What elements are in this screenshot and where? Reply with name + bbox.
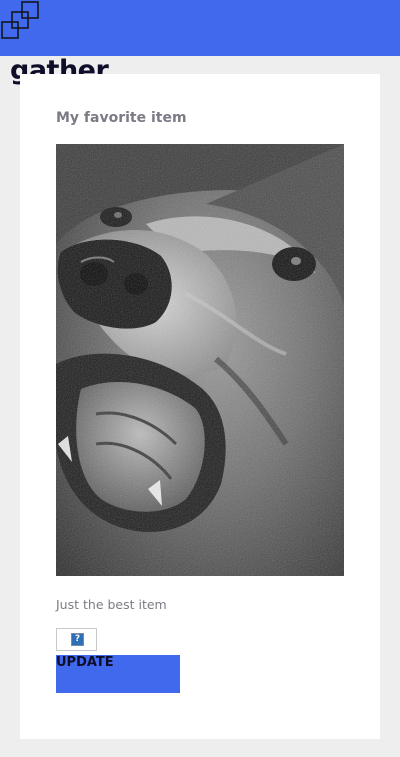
broken-image-icon: ? <box>56 628 97 651</box>
item-title: My favorite item <box>56 110 187 126</box>
top-bar <box>0 0 400 56</box>
item-card: My favorite item Just the best item ? UP… <box>20 74 380 739</box>
update-button[interactable]: UPDATE <box>56 655 180 693</box>
item-photo <box>56 144 344 576</box>
item-description: Just the best item <box>56 597 167 612</box>
question-mark-icon: ? <box>71 633 84 646</box>
overlapping-squares-icon[interactable] <box>0 0 42 42</box>
